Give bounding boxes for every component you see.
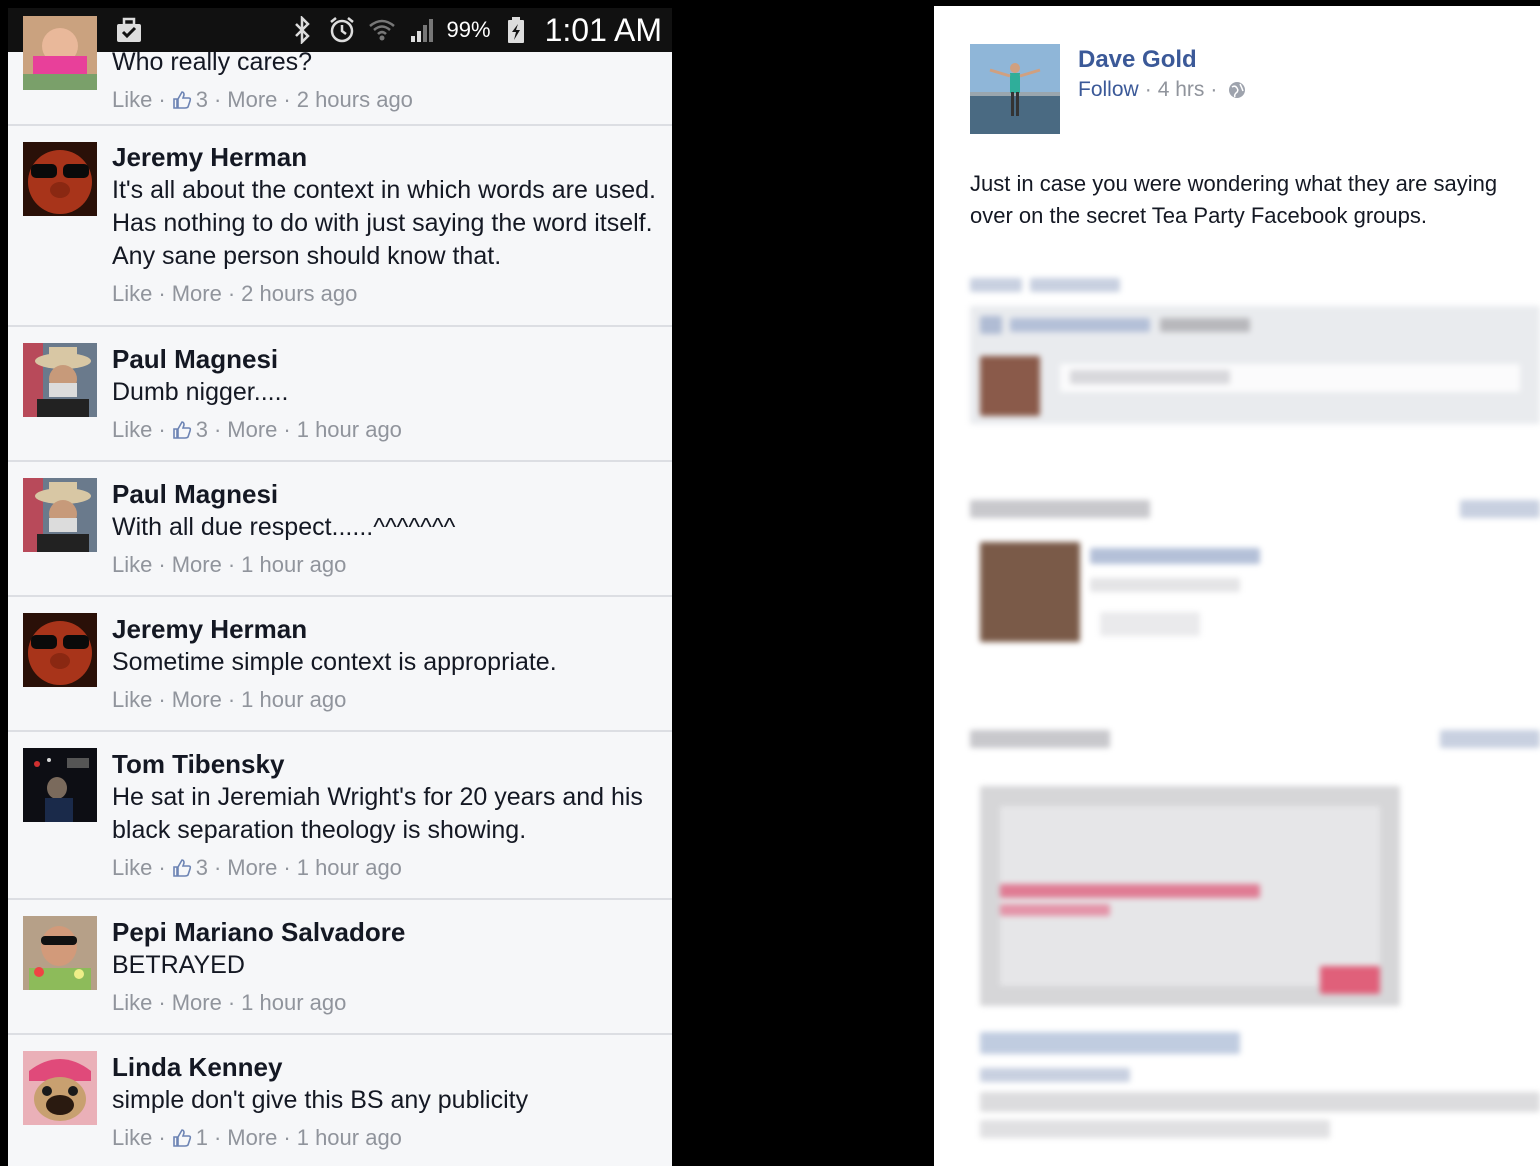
commenter-name[interactable]: Paul Magnesi bbox=[112, 343, 660, 376]
thumbs-up-icon bbox=[172, 421, 191, 439]
comment-item: Linda Kenney simple don't give this BS a… bbox=[8, 1035, 672, 1166]
comment-time[interactable]: 1 hour ago bbox=[241, 550, 346, 580]
bluetooth-icon bbox=[287, 15, 317, 45]
commenter-avatar[interactable] bbox=[23, 343, 97, 417]
comment-text: It's all about the context in which word… bbox=[112, 176, 656, 270]
comment-item: Paul Magnesi Dumb nigger..... Like · 3 ·… bbox=[8, 327, 672, 462]
like-count[interactable]: 3 bbox=[172, 853, 208, 883]
comment-actions: Like · 3 · More · 2 hours ago bbox=[112, 85, 660, 115]
comment-time[interactable]: 1 hour ago bbox=[297, 853, 402, 883]
commenter-avatar[interactable] bbox=[23, 1051, 97, 1125]
like-link[interactable]: Like bbox=[112, 415, 152, 445]
battery-percent: 99% bbox=[446, 17, 491, 42]
comment-time[interactable]: 1 hour ago bbox=[241, 685, 346, 715]
like-link[interactable]: Like bbox=[112, 988, 152, 1018]
blurred-shared-content bbox=[970, 272, 1540, 1152]
comment-text: Dumb nigger..... bbox=[112, 378, 289, 406]
commenter-name[interactable]: Paul Magnesi bbox=[112, 478, 660, 511]
clock: 1:01 AM bbox=[544, 11, 662, 48]
comment-item: Jeremy Herman It's all about the context… bbox=[8, 126, 672, 327]
comment-time[interactable]: 2 hours ago bbox=[241, 279, 357, 309]
comment-item: Jeremy Herman Sometime simple context is… bbox=[8, 597, 672, 732]
signal-icon bbox=[407, 15, 437, 45]
comment-text: Who really cares? bbox=[112, 48, 313, 76]
more-link[interactable]: More bbox=[172, 550, 222, 580]
post-time[interactable]: 4 hrs bbox=[1158, 78, 1205, 102]
more-link[interactable]: More bbox=[172, 685, 222, 715]
alarm-icon bbox=[327, 15, 357, 45]
like-link[interactable]: Like bbox=[112, 85, 152, 115]
like-count[interactable]: 3 bbox=[172, 415, 208, 445]
like-link[interactable]: Like bbox=[112, 279, 152, 309]
comment-actions: Like · 1 · More · 1 hour ago bbox=[112, 1123, 660, 1153]
commenter-avatar[interactable] bbox=[23, 16, 97, 90]
commenter-avatar[interactable] bbox=[23, 613, 97, 687]
more-link[interactable]: More bbox=[227, 853, 277, 883]
more-link[interactable]: More bbox=[227, 85, 277, 115]
commenter-name[interactable]: Pepi Mariano Salvadore bbox=[112, 916, 660, 949]
like-link[interactable]: Like bbox=[112, 1123, 152, 1153]
post-text: Just in case you were wondering what the… bbox=[970, 171, 1498, 228]
comment-time[interactable]: 1 hour ago bbox=[297, 1123, 402, 1153]
like-count[interactable]: 3 bbox=[172, 85, 208, 115]
comment-text: He sat in Jeremiah Wright's for 20 years… bbox=[112, 783, 643, 844]
more-link[interactable]: More bbox=[227, 415, 277, 445]
more-link[interactable]: More bbox=[227, 1123, 277, 1153]
thumbs-up-icon bbox=[172, 859, 191, 877]
commenter-name[interactable]: Linda Kenney bbox=[112, 1051, 660, 1084]
more-link[interactable]: More bbox=[172, 988, 222, 1018]
author-name[interactable]: Dave Gold bbox=[1078, 46, 1197, 74]
comment-actions: Like · More · 2 hours ago bbox=[112, 279, 660, 309]
comment-text: With all due respect......^^^^^^^ bbox=[112, 513, 456, 541]
author-avatar[interactable] bbox=[970, 44, 1060, 134]
comment-time[interactable]: 2 hours ago bbox=[297, 85, 413, 115]
comment-actions: Like · More · 1 hour ago bbox=[112, 988, 660, 1018]
phone-screenshot: kik 99% 1:01 AM bbox=[8, 8, 672, 1166]
like-count[interactable]: 1 bbox=[172, 1123, 208, 1153]
briefcase-icon bbox=[114, 15, 144, 45]
comment-item: Who really cares? Like · 3 · More · 2 ho… bbox=[8, 16, 672, 126]
like-link[interactable]: Like bbox=[112, 550, 152, 580]
follow-link[interactable]: Follow bbox=[1078, 78, 1139, 102]
comment-item: Tom Tibensky He sat in Jeremiah Wright's… bbox=[8, 732, 672, 900]
commenter-avatar[interactable] bbox=[23, 748, 97, 822]
comment-item: Paul Magnesi With all due respect......^… bbox=[8, 462, 672, 597]
wifi-icon bbox=[367, 15, 397, 45]
globe-icon[interactable] bbox=[1227, 80, 1247, 100]
comment-actions: Like · More · 1 hour ago bbox=[112, 685, 660, 715]
commenter-avatar[interactable] bbox=[23, 916, 97, 990]
like-link[interactable]: Like bbox=[112, 853, 152, 883]
commenter-name[interactable]: Tom Tibensky bbox=[112, 748, 660, 781]
comment-actions: Like · More · 1 hour ago bbox=[112, 550, 660, 580]
commenter-name[interactable]: Jeremy Herman bbox=[112, 141, 660, 174]
comment-actions: Like · 3 · More · 1 hour ago bbox=[112, 853, 660, 883]
like-link[interactable]: Like bbox=[112, 685, 152, 715]
commenter-avatar[interactable] bbox=[23, 478, 97, 552]
battery-charging-icon bbox=[501, 15, 531, 45]
thumbs-up-icon bbox=[172, 1129, 191, 1147]
comment-list: Who really cares? Like · 3 · More · 2 ho… bbox=[8, 16, 672, 1166]
desktop-post-screenshot: Dave Gold Follow · 4 hrs · Just in case … bbox=[934, 6, 1540, 1166]
comment-actions: Like · 3 · More · 1 hour ago bbox=[112, 415, 660, 445]
comment-time[interactable]: 1 hour ago bbox=[241, 988, 346, 1018]
comment-item: Pepi Mariano Salvadore BETRAYED Like · M… bbox=[8, 900, 672, 1035]
post-meta: Follow · 4 hrs · bbox=[1078, 78, 1247, 102]
comment-text: simple don't give this BS any publicity bbox=[112, 1086, 529, 1114]
commenter-avatar[interactable] bbox=[23, 142, 97, 216]
more-link[interactable]: More bbox=[172, 279, 222, 309]
commenter-name[interactable]: Jeremy Herman bbox=[112, 613, 660, 646]
thumbs-up-icon bbox=[172, 91, 191, 109]
comment-text: Sometime simple context is appropriate. bbox=[112, 648, 557, 676]
comment-text: BETRAYED bbox=[112, 951, 245, 979]
comment-time[interactable]: 1 hour ago bbox=[297, 415, 402, 445]
